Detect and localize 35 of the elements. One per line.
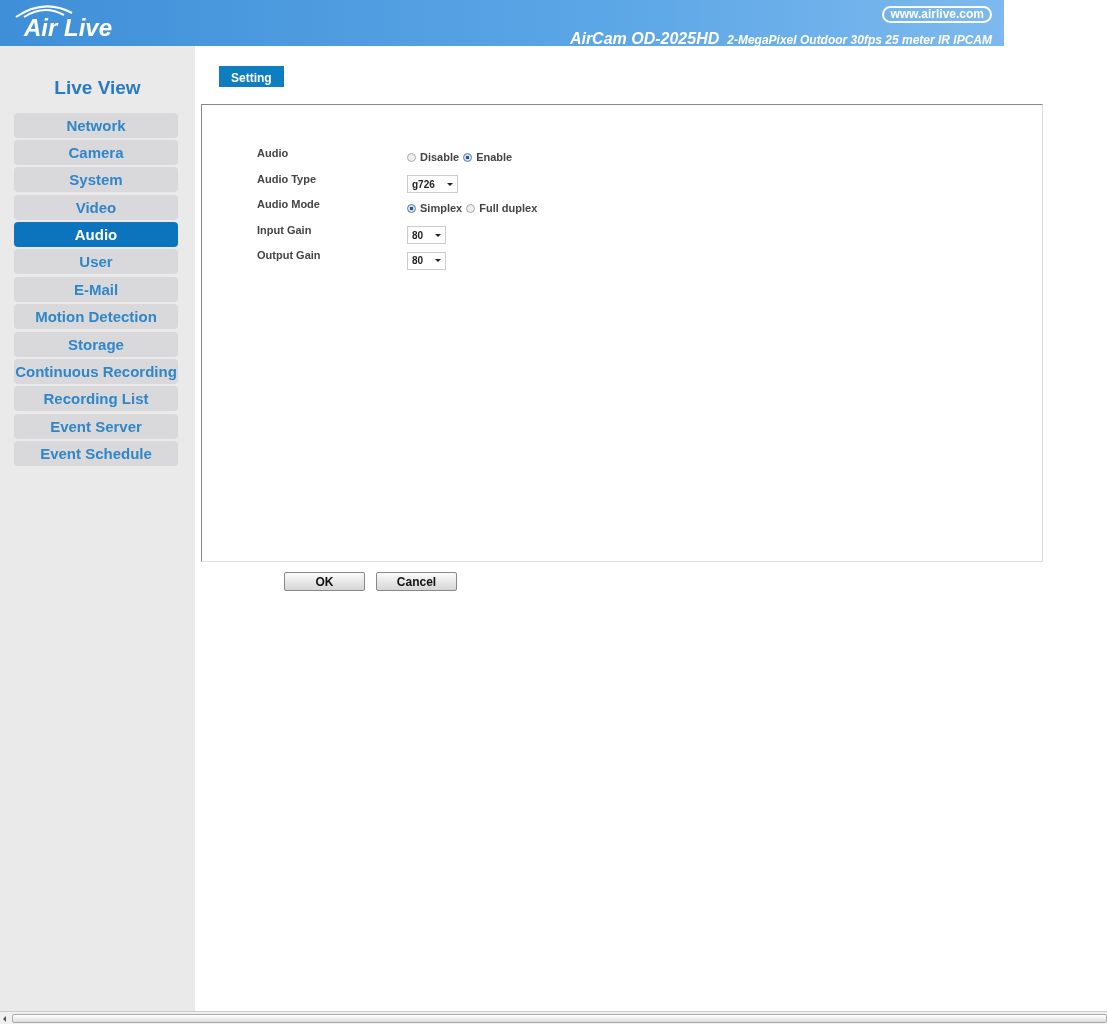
sidebar-item[interactable]: Video	[14, 194, 178, 220]
sidebar-item[interactable]: Recording List	[14, 386, 178, 412]
dropdown[interactable]: 80	[407, 251, 447, 270]
sidebar-item[interactable]: Network	[14, 112, 178, 138]
radio-option[interactable]: Simplex	[407, 200, 463, 217]
ok-button[interactable]: OK	[284, 572, 365, 591]
field-label: Audio Type	[257, 171, 318, 187]
dropdown[interactable]: g726	[407, 175, 458, 193]
field-label: Output Gain	[257, 248, 322, 263]
radio-option[interactable]: Enable	[463, 149, 513, 166]
sidebar-item[interactable]: E-Mail	[14, 276, 178, 302]
radio-option[interactable]: Full duplex	[466, 200, 538, 217]
live-view-link[interactable]: Live View	[0, 74, 195, 103]
logo: Air Live	[24, 14, 113, 42]
sidebar-item[interactable]: Event Schedule	[14, 441, 178, 467]
sidebar-item[interactable]: Continuous Recording	[14, 359, 178, 384]
signal-waves-icon	[14, 4, 74, 18]
field-label: Audio	[257, 146, 290, 161]
setting-tab[interactable]: Setting	[219, 66, 284, 87]
sidebar-item[interactable]: Storage	[14, 331, 178, 357]
sidebar-item[interactable]: System	[14, 167, 178, 193]
field-label: Input Gain	[257, 222, 313, 238]
horizontal-scrollbar[interactable]	[0, 1011, 1107, 1024]
model-description: 2-MegaPixel Outdoor 30fps 25 meter IR IPCAM	[727, 33, 992, 47]
radio-option[interactable]: Disable	[407, 149, 460, 166]
sidebar-item[interactable]: Motion Detection	[14, 304, 178, 330]
sidebar-item[interactable]: Audio	[14, 222, 178, 248]
cancel-button[interactable]: Cancel	[376, 572, 457, 591]
dropdown[interactable]: 80	[407, 226, 447, 244]
website-link[interactable]: www.airlive.com	[882, 6, 992, 23]
sidebar-item[interactable]: Event Server	[14, 413, 178, 439]
sidebar-item[interactable]: Camera	[14, 139, 178, 165]
sidebar-item[interactable]: User	[14, 249, 178, 275]
model-name: AirCam OD-2025HD	[569, 30, 720, 47]
field-label: Audio Mode	[257, 197, 321, 212]
